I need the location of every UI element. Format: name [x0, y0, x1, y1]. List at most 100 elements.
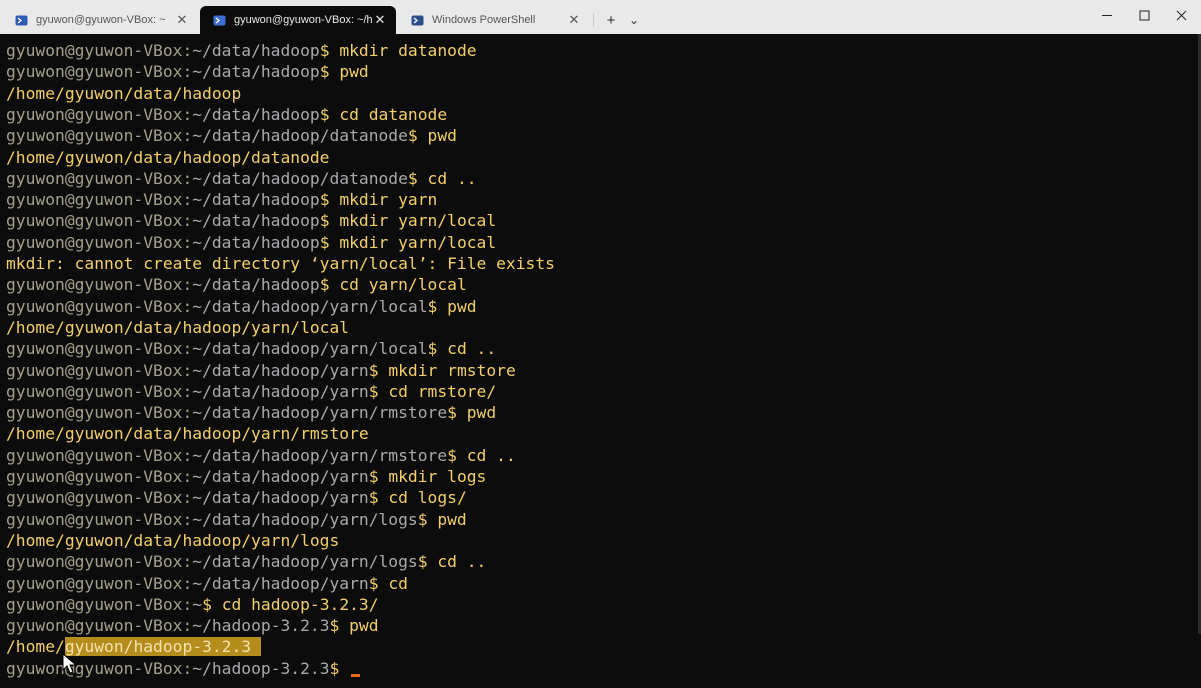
command-text: pwd	[437, 509, 467, 529]
prompt-host: gyuwon@gyuwon-VBox	[6, 445, 183, 465]
terminal-line: gyuwon@gyuwon-VBox:~/data/hadoop$ mkdir …	[6, 190, 438, 210]
command-text: pwd	[427, 126, 457, 146]
tab-powershell[interactable]: Windows PowerShell ✕	[398, 6, 590, 34]
minimize-icon	[1101, 8, 1113, 26]
terminal-line: gyuwon@gyuwon-VBox:~/data/hadoop$ mkdir …	[6, 232, 497, 252]
terminal-icon	[14, 13, 28, 27]
prompt-path: ~/hadoop-3.2.3	[192, 658, 330, 678]
prompt-path: ~/data/hadoop/yarn/logs	[192, 552, 418, 572]
maximize-button[interactable]	[1124, 0, 1164, 34]
prompt-path: ~/data/hadoop	[192, 62, 320, 82]
prompt-host: gyuwon@gyuwon-VBox	[6, 552, 183, 572]
prompt-path: ~/data/hadoop/datanode	[192, 168, 408, 188]
close-icon[interactable]: ✕	[174, 12, 190, 28]
prompt-host: gyuwon@gyuwon-VBox	[6, 616, 183, 636]
command-text: cd ..	[466, 445, 516, 465]
terminal-line: /home/gyuwon/data/hadoop/yarn/local	[6, 317, 349, 338]
command-text: cd	[388, 573, 408, 593]
command-text: mkdir yarn/local	[339, 211, 497, 231]
command-text: pwd	[466, 403, 497, 423]
close-window-button[interactable]	[1161, 0, 1201, 34]
output-text: mkdir: cannot create directory ‘yarn/loc…	[6, 254, 555, 273]
prompt-host: gyuwon@gyuwon-VBox	[6, 403, 183, 423]
prompt-path: ~/data/hadoop	[192, 104, 320, 124]
selected-text: gyuwon/hadoop-3.2.3	[64, 637, 261, 657]
command-text: cd hadoop-3.2.3/	[221, 594, 379, 614]
terminal-line: /home/gyuwon/data/hadoop/datanode	[6, 147, 329, 168]
prompt-host: gyuwon@gyuwon-VBox	[6, 126, 183, 146]
new-tab-button[interactable]: +	[600, 6, 622, 34]
output-text: /home/gyuwon/data/hadoop/datanode	[6, 147, 330, 167]
terminal-line: gyuwon@gyuwon-VBox:~/data/hadoop$ mkdir …	[6, 41, 477, 60]
prompt-path: ~/data/hadoop/yarn	[192, 360, 369, 380]
tab-hadoop[interactable]: gyuwon@gyuwon-VBox: ~/h ✕	[200, 6, 396, 34]
terminal-line: gyuwon@gyuwon-VBox:~/data/hadoop/yarn/rm…	[6, 403, 497, 423]
terminal-line: gyuwon@gyuwon-VBox:~/data/hadoop/yarn/lo…	[6, 509, 467, 529]
command-text: cd yarn/local	[339, 275, 467, 295]
prompt-host: gyuwon@gyuwon-VBox	[6, 594, 183, 614]
prompt-host: gyuwon@gyuwon-VBox	[6, 296, 183, 316]
terminal-line: /home/gyuwon/hadoop-3.2.3	[6, 636, 261, 657]
command-text: mkdir yarn/local	[339, 232, 497, 252]
tab-dropdown-button[interactable]: ⌄	[624, 6, 644, 34]
terminal-line: gyuwon@gyuwon-VBox:~/data/hadoop/yarn/lo…	[6, 296, 477, 316]
command-text: mkdir yarn	[339, 190, 438, 210]
terminal-line: gyuwon@gyuwon-VBox:~/data/hadoop/yarn$ c…	[6, 381, 497, 401]
terminal-line: gyuwon@gyuwon-VBox:~/data/hadoop$ mkdir …	[6, 211, 497, 231]
prompt-path: ~/data/hadoop/yarn	[192, 467, 369, 486]
prompt-host: gyuwon@gyuwon-VBox	[6, 190, 183, 210]
terminal-line: gyuwon@gyuwon-VBox:~/data/hadoop$ cd dat…	[6, 104, 448, 124]
close-icon[interactable]: ✕	[566, 12, 582, 28]
terminal-output[interactable]: gyuwon@gyuwon-VBox:~/data/hadoop$ mkdir …	[0, 34, 1201, 688]
title-bar: gyuwon@gyuwon-VBox: ~ ✕ gyuwon@gyuwon-VB…	[0, 0, 1201, 34]
prompt-path: ~/data/hadoop/yarn/rmstore	[192, 445, 448, 465]
prompt-path: ~/data/hadoop/yarn	[192, 573, 369, 593]
tab-title: gyuwon@gyuwon-VBox: ~	[36, 14, 166, 26]
prompt-path: ~/data/hadoop	[192, 211, 320, 231]
tab-home[interactable]: gyuwon@gyuwon-VBox: ~ ✕	[2, 6, 198, 34]
prompt-path: ~/data/hadoop	[192, 190, 320, 210]
terminal-line: gyuwon@gyuwon-VBox:~/data/hadoop/datanod…	[6, 126, 457, 146]
prompt-path: ~/data/hadoop/yarn/rmstore	[192, 403, 448, 423]
close-icon[interactable]: ✕	[372, 12, 388, 28]
prompt-path: ~/data/hadoop	[192, 275, 320, 295]
prompt-host: gyuwon@gyuwon-VBox	[6, 381, 183, 401]
terminal-line: gyuwon@gyuwon-VBox:~/data/hadoop/yarn$ m…	[6, 360, 516, 380]
output-text: /home/gyuwon/data/hadoop	[6, 83, 242, 103]
terminal-line: gyuwon@gyuwon-VBox:~/data/hadoop$ pwd	[6, 62, 369, 82]
command-text: cd ..	[437, 552, 487, 572]
prompt-host: gyuwon@gyuwon-VBox	[6, 211, 183, 231]
terminal-line: gyuwon@gyuwon-VBox:~/data/hadoop/yarn/lo…	[6, 339, 497, 359]
command-text: pwd	[349, 616, 379, 636]
prompt-path: ~/data/hadoop/yarn/logs	[192, 509, 418, 529]
maximize-icon	[1139, 8, 1150, 26]
terminal-icon	[212, 13, 226, 27]
output-text: /home/gyuwon/data/hadoop/yarn/logs	[6, 530, 340, 550]
terminal-line: gyuwon@gyuwon-VBox:~$ cd hadoop-3.2.3/	[6, 594, 379, 614]
prompt-host: gyuwon@gyuwon-VBox	[6, 41, 183, 60]
minimize-button[interactable]	[1087, 0, 1127, 34]
prompt-host: gyuwon@gyuwon-VBox	[6, 488, 183, 508]
prompt-host: gyuwon@gyuwon-VBox	[6, 104, 183, 124]
prompt-path: ~/data/hadoop/yarn	[192, 381, 369, 401]
terminal-line: gyuwon@gyuwon-VBox:~/data/hadoop$ cd yar…	[6, 275, 467, 295]
prompt-path: ~/data/hadoop/yarn	[192, 488, 369, 508]
command-text: cd datanode	[339, 104, 448, 124]
prompt-path: ~/data/hadoop/yarn/local	[192, 296, 428, 316]
prompt-host: gyuwon@gyuwon-VBox	[6, 168, 183, 188]
prompt-host: gyuwon@gyuwon-VBox	[6, 232, 183, 252]
terminal-line: gyuwon@gyuwon-VBox:~/data/hadoop/yarn/lo…	[6, 552, 487, 572]
prompt-path: ~/data/hadoop	[192, 41, 320, 60]
prompt-path: ~/data/hadoop/yarn/local	[192, 339, 428, 359]
prompt-host: gyuwon@gyuwon-VBox	[6, 509, 183, 529]
terminal-line: gyuwon@gyuwon-VBox:~/data/hadoop/yarn/rm…	[6, 445, 516, 465]
prompt-path: ~/hadoop-3.2.3	[192, 616, 330, 636]
terminal-line: gyuwon@gyuwon-VBox:~/data/hadoop/datanod…	[6, 168, 477, 188]
prompt-host: gyuwon@gyuwon-VBox	[6, 339, 183, 359]
prompt-host: gyuwon@gyuwon-VBox	[6, 62, 183, 82]
prompt-host: gyuwon@gyuwon-VBox	[6, 360, 183, 380]
prompt-path: ~/data/hadoop/datanode	[192, 126, 408, 146]
terminal-line: gyuwon@gyuwon-VBox:~/data/hadoop/yarn$ m…	[6, 467, 487, 486]
powershell-icon	[410, 13, 424, 27]
command-text: mkdir logs	[388, 467, 487, 486]
